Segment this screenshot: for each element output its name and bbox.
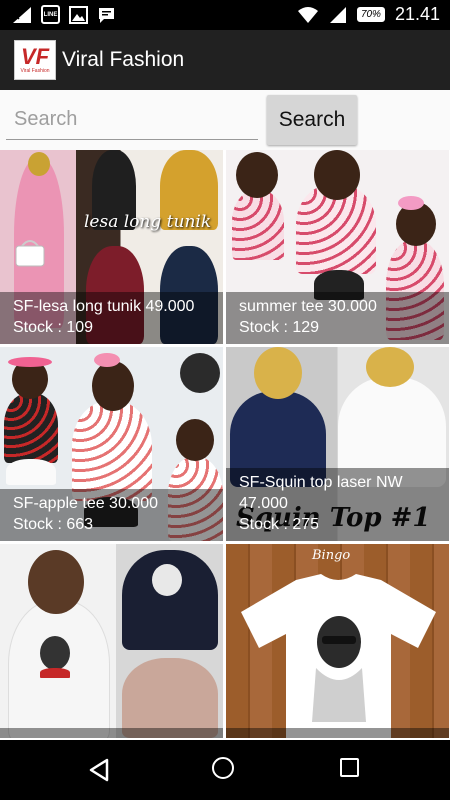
search-button[interactable]: Search <box>267 95 357 145</box>
product-grid[interactable]: lesa long tunik SF-lesa long tunik 49.00… <box>0 150 450 740</box>
product-card[interactable]: Bingo <box>226 544 449 738</box>
product-name: SF-apple tee 30.000 <box>13 495 158 512</box>
product-name: summer tee 30.000 <box>239 298 377 315</box>
product-stock: Stock : 275 <box>239 516 320 533</box>
home-icon[interactable] <box>212 757 234 779</box>
image-overlay-text: Bingo <box>312 548 351 563</box>
line-app-icon: LINE <box>41 5 60 24</box>
battery-indicator: 70% <box>356 7 385 22</box>
app-logo: VF Viral Fashion <box>14 40 56 80</box>
product-image: Bingo <box>226 544 449 738</box>
back-icon[interactable] <box>88 758 110 782</box>
chat-icon <box>99 7 114 23</box>
product-caption: SF-apple tee 30.000 Stock : 663 <box>0 489 223 541</box>
product-card[interactable]: summer tee 30.000 Stock : 129 <box>226 150 449 344</box>
notification-icons: LINE <box>12 5 116 24</box>
app-title: Viral Fashion <box>62 48 185 71</box>
product-caption <box>0 728 223 738</box>
image-overlay-text: lesa long tunik <box>84 212 212 232</box>
signal-x-icon <box>13 6 31 23</box>
product-name: SF-Squin top laser NW 47.000 <box>239 474 403 512</box>
product-caption <box>226 728 449 738</box>
clock: 21.41 <box>394 4 440 24</box>
product-caption: SF-Squin top laser NW 47.000 Stock : 275 <box>226 468 449 541</box>
handbag-shape <box>15 240 45 267</box>
product-card[interactable]: lesa long tunik SF-lesa long tunik 49.00… <box>0 150 223 344</box>
product-caption: SF-lesa long tunik 49.000 Stock : 109 <box>0 292 223 344</box>
logo-subtext: Viral Fashion <box>20 68 50 74</box>
system-icons: 70% 21.41 <box>297 4 440 25</box>
product-card[interactable] <box>0 544 223 738</box>
product-stock: Stock : 663 <box>13 516 94 533</box>
wifi-icon <box>297 6 318 23</box>
recent-apps-icon[interactable] <box>340 758 359 777</box>
product-card[interactable]: SF-apple tee 30.000 Stock : 663 <box>0 347 223 541</box>
navigation-bar <box>0 740 450 800</box>
logo-text: VF <box>20 44 50 69</box>
product-name: SF-lesa long tunik 49.000 <box>13 298 195 315</box>
app-bar: VF Viral Fashion Viral Fashion <box>0 30 450 90</box>
product-stock: Stock : 129 <box>239 319 320 336</box>
status-bar: LINE 70% 21.41 <box>0 0 450 30</box>
signal-icon <box>329 6 346 23</box>
product-stock: Stock : 109 <box>13 319 94 336</box>
image-icon <box>69 5 88 24</box>
product-image <box>0 544 223 738</box>
tshirt-shape <box>241 574 436 738</box>
product-caption: summer tee 30.000 Stock : 129 <box>226 292 449 344</box>
product-card[interactable]: Squin Top #1 SF-Squin top laser NW 47.00… <box>226 347 449 541</box>
search-input[interactable] <box>6 100 258 140</box>
